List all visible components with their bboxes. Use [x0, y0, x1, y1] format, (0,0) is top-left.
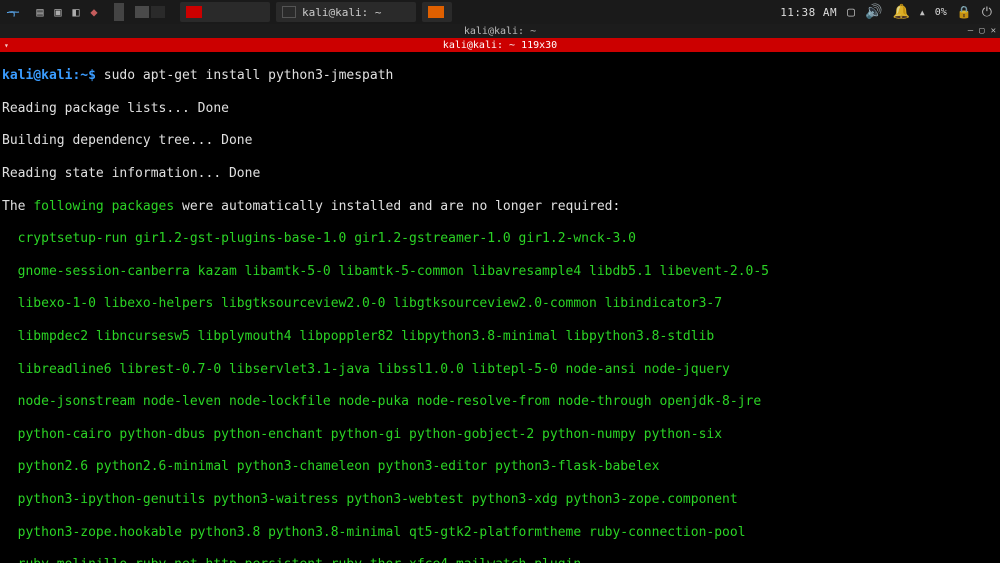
panel-separator — [114, 3, 124, 21]
output-text: were automatically installed and are no … — [174, 199, 620, 214]
output-line: Building dependency tree... Done — [2, 133, 998, 149]
window-title: kali@kali: ~ — [464, 26, 536, 37]
window-maximize-button[interactable]: ▢ — [979, 26, 984, 36]
output-text: The — [2, 199, 33, 214]
taskbar-item-2-icon — [282, 6, 296, 18]
window-minimize-button[interactable]: — — [968, 26, 973, 36]
files-launcher-icon[interactable]: ▤ — [31, 5, 49, 19]
editor-launcher-icon[interactable]: ◧ — [67, 5, 85, 19]
window-controls: — ▢ ✕ — [968, 24, 996, 38]
taskbar-item-2-label: kali@kali: ~ — [302, 6, 381, 19]
output-line: Reading package lists... Done — [2, 101, 998, 117]
volume-tray-icon[interactable]: 🔊 — [865, 4, 882, 20]
package-line: libmpdec2 libncursesw5 libplymouth4 libp… — [2, 329, 998, 345]
display-tray-icon[interactable]: ▢ — [847, 5, 855, 20]
panel-launchers: ▤ ▣ ◧ ◆ — [26, 0, 108, 24]
prompt-sep: :~$ — [72, 68, 95, 83]
terminal-tab-bar[interactable]: ▾ kali@kali: ~ 119x30 — [0, 38, 1000, 52]
package-line: cryptsetup-run gir1.2-gst-plugins-base-1… — [2, 231, 998, 247]
window-task-list: kali@kali: ~ — [180, 0, 452, 24]
system-tray: 11:38 AM ▢ 🔊 🔔 ▲ 0% 🔒 ⏻ — [772, 4, 1000, 20]
taskbar-item-3-thumb-icon — [428, 6, 444, 18]
package-line: python-cairo python-dbus python-enchant … — [2, 427, 998, 443]
window-close-button[interactable]: ✕ — [991, 26, 996, 36]
window-titlebar[interactable]: kali@kali: ~ — ▢ ✕ — [0, 24, 1000, 38]
app-launcher-icon[interactable]: ◆ — [85, 5, 103, 19]
terminal-output[interactable]: kali@kali:~$ sudo apt-get install python… — [0, 52, 1000, 563]
taskbar-item-2[interactable]: kali@kali: ~ — [276, 2, 416, 22]
package-line: ruby-molinillo ruby-net-http-persistent … — [2, 557, 998, 563]
kali-menu-button[interactable] — [0, 0, 26, 24]
clock[interactable]: 11:38 AM — [780, 6, 837, 19]
package-line: python3-ipython-genutils python3-waitres… — [2, 492, 998, 508]
battery-tray[interactable]: 0% — [935, 7, 947, 18]
power-tray-icon[interactable]: ⏻ — [982, 5, 992, 20]
terminal-tab-title: kali@kali: ~ 119x30 — [443, 40, 557, 51]
package-line: libreadline6 librest-0.7-0 libservlet3.1… — [2, 362, 998, 378]
terminal-launcher-icon[interactable]: ▣ — [49, 5, 67, 19]
network-tray-icon[interactable]: ▲ — [920, 8, 925, 17]
taskbar-item-3[interactable] — [422, 2, 452, 22]
prompt-user-host: kali@kali — [2, 68, 72, 83]
xfce-panel: ▤ ▣ ◧ ◆ kali@kali: ~ 11:38 AM ▢ 🔊 🔔 ▲ 0% — [0, 0, 1000, 24]
lock-tray-icon[interactable]: 🔒 — [957, 5, 972, 19]
package-line: node-jsonstream node-leven node-lockfile… — [2, 394, 998, 410]
package-line: gnome-session-canberra kazam libamtk-5-0… — [2, 264, 998, 280]
taskbar-item-1-thumb-icon — [186, 6, 202, 18]
package-line: python2.6 python2.6-minimal python3-cham… — [2, 459, 998, 475]
output-line: Reading state information... Done — [2, 166, 998, 182]
package-line: libexo-1-0 libexo-helpers libgtksourcevi… — [2, 296, 998, 312]
workspace-switcher[interactable] — [130, 0, 170, 24]
taskbar-item-1[interactable] — [180, 2, 270, 22]
output-text: following packages — [33, 199, 174, 214]
command-input: sudo apt-get install python3-jmespath — [104, 68, 394, 83]
notifications-tray-icon[interactable]: 🔔 — [892, 4, 909, 20]
battery-pct-label: 0% — [935, 7, 947, 18]
terminal-tab-left-button[interactable]: ▾ — [4, 41, 9, 50]
package-line: python3-zope.hookable python3.8 python3.… — [2, 525, 998, 541]
